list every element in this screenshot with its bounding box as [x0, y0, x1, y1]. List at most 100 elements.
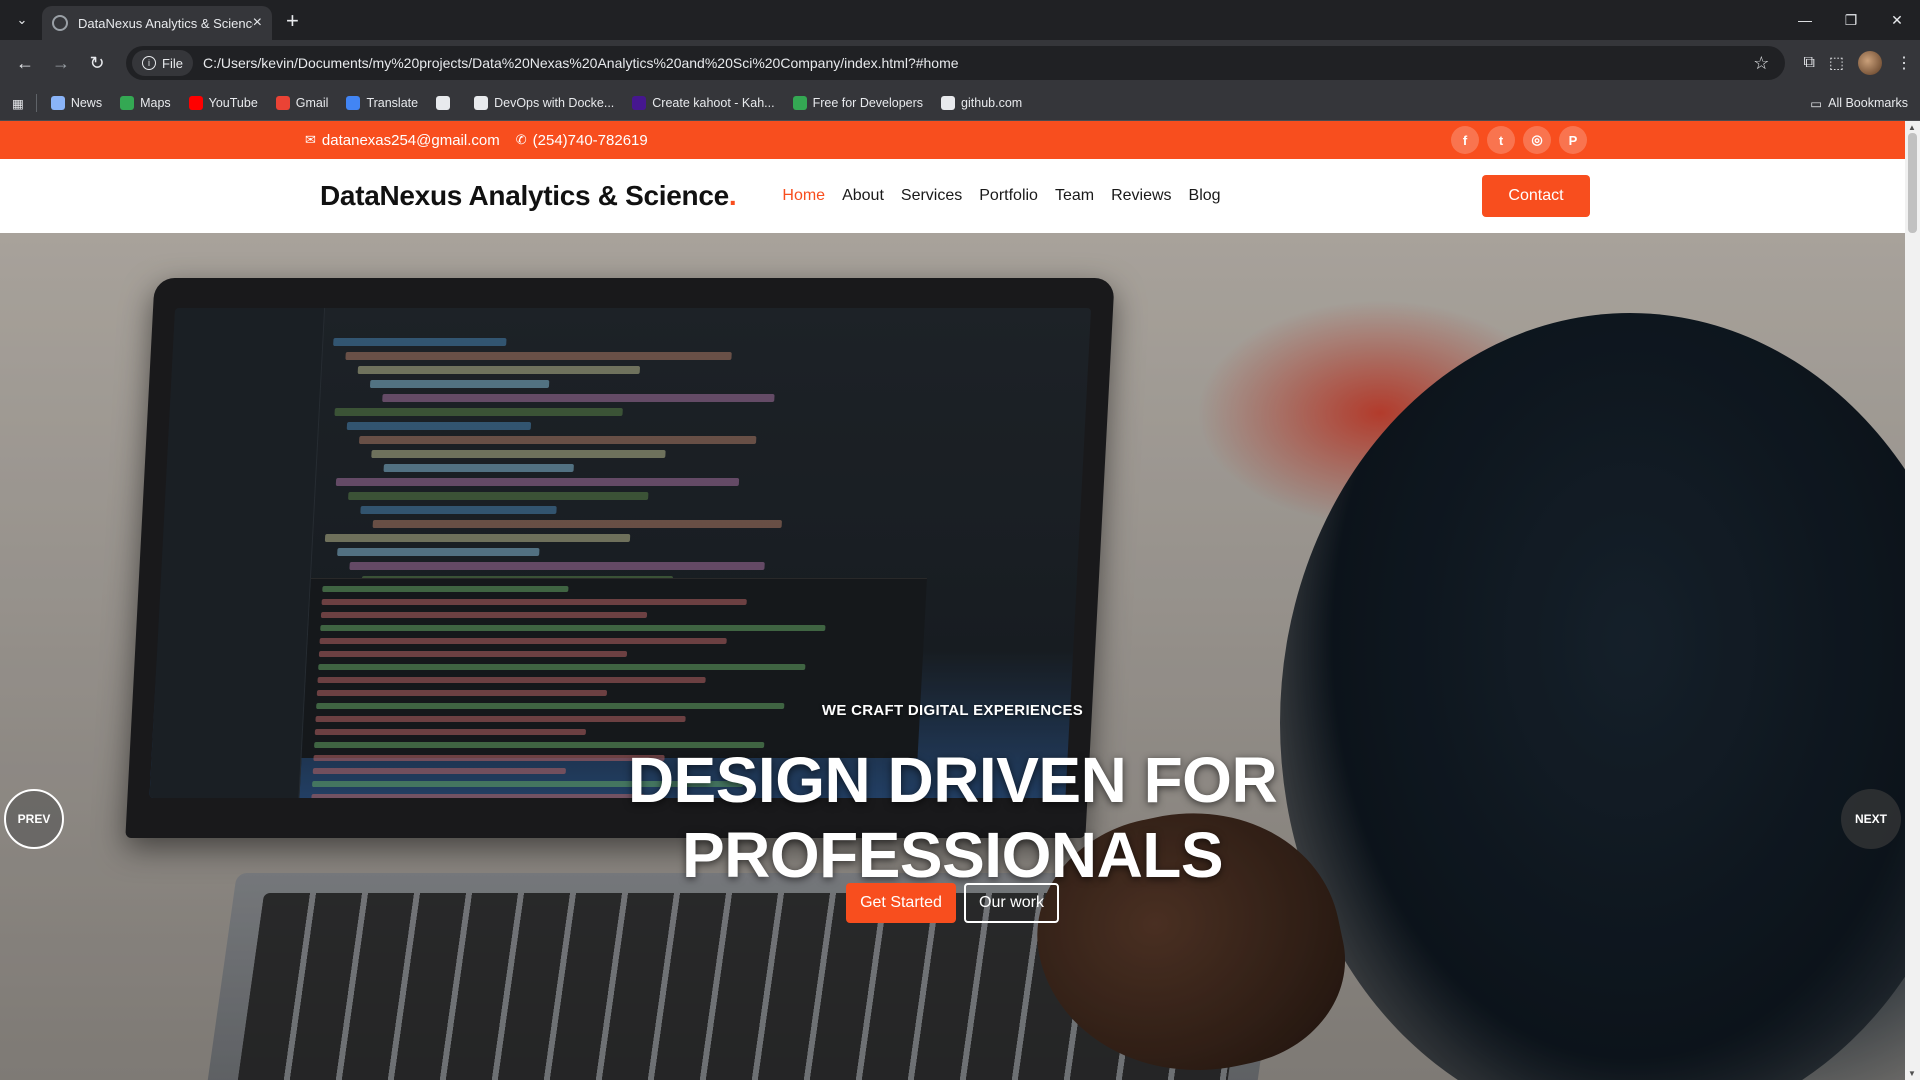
scroll-down-icon[interactable]: ▼ — [1908, 1069, 1916, 1078]
folder-icon: ▭ — [1810, 96, 1823, 111]
bookmark-label: News — [70, 96, 103, 110]
translate-icon — [346, 96, 361, 110]
close-tab-icon[interactable]: × — [253, 14, 262, 32]
apps-icon[interactable]: ▦ — [12, 96, 24, 111]
bookmark-label: Create kahoot - Kah... — [652, 96, 775, 110]
hero-section: WE CRAFT DIGITAL EXPERIENCES DESIGN DRIV… — [0, 233, 1905, 1080]
logo-text: DataNexus Analytics & Science — [320, 180, 729, 211]
address-bar[interactable]: i File C:/Users/kevin/Documents/my%20proj… — [126, 46, 1786, 80]
tab-strip: ⌄ DataNexus Analytics & Science × + — ❐ … — [0, 0, 1920, 40]
minimize-icon[interactable]: — — [1782, 0, 1828, 40]
nav-link-about[interactable]: About — [842, 187, 884, 205]
url-text[interactable]: C:/Users/kevin/Documents/my%20projects/D… — [203, 55, 1753, 71]
logo-dot: . — [728, 180, 737, 211]
web-page: ✉ datanexas254@gmail.com ✆ (254)740-7826… — [0, 121, 1905, 1080]
bookmark-item[interactable]: Free for Developers — [792, 96, 924, 110]
info-icon: i — [142, 56, 156, 70]
github-icon — [941, 96, 956, 110]
bookmark-item[interactable]: DevOps with Docke... — [474, 96, 614, 110]
nav-link-blog[interactable]: Blog — [1189, 187, 1221, 205]
browser-toolbar: ← → ↻ i File C:/Users/kevin/Documents/my%… — [0, 40, 1920, 86]
bookmark-label: github.com — [961, 96, 1023, 110]
bookmark-label: Translate — [366, 96, 419, 110]
bookmark-label: Free for Developers — [812, 96, 924, 110]
close-window-icon[interactable]: ✕ — [1874, 0, 1920, 40]
bookmark-label: DevOps with Docke... — [494, 96, 615, 110]
youtube-icon — [188, 96, 203, 110]
bookmark-item[interactable]: github.com — [941, 96, 1022, 110]
menu-icon[interactable]: ⋮ — [1896, 53, 1912, 73]
news-icon — [50, 96, 65, 110]
nav-link-reviews[interactable]: Reviews — [1111, 187, 1171, 205]
bookmarks-bar: ▦ News Maps YouTube Gmail Translate DevOps wi… — [0, 86, 1920, 121]
envelope-icon: ✉ — [305, 132, 316, 147]
nav-link-home[interactable]: Home — [782, 187, 825, 205]
site-header: DataNexus Analytics & Science. Home About… — [0, 159, 1905, 233]
browser-chrome: ⌄ DataNexus Analytics & Science × + — ❐ … — [0, 0, 1920, 121]
bookmark-item[interactable]: Gmail — [275, 96, 329, 110]
instagram-icon[interactable]: ◎ — [1523, 126, 1551, 154]
carousel-prev-button[interactable]: PREV — [4, 789, 64, 849]
bookmark-list: News Maps YouTube Gmail Translate DevOps with… — [50, 96, 1040, 110]
bookmark-label: Gmail — [295, 96, 329, 110]
devops-icon — [474, 96, 489, 110]
globe-icon — [52, 15, 68, 31]
twitter-icon[interactable]: t — [1487, 126, 1515, 154]
carousel-next-button[interactable]: NEXT — [1841, 789, 1901, 849]
restore-icon[interactable]: ❐ — [1828, 0, 1874, 40]
nav-link-services[interactable]: Services — [901, 187, 962, 205]
profile-avatar[interactable] — [1858, 51, 1882, 75]
extensions-icon[interactable]: ⬚ — [1829, 53, 1844, 73]
get-started-button[interactable]: Get Started — [846, 883, 956, 923]
bookmarks-divider — [35, 94, 37, 112]
bookmark-item[interactable]: YouTube — [188, 96, 258, 110]
site-info-chip[interactable]: i File — [132, 50, 193, 76]
gmail-icon — [275, 96, 290, 110]
facebook-icon[interactable]: f — [1451, 126, 1479, 154]
main-nav: Home About Services Portfolio Team Reviews Blo… — [782, 187, 1220, 205]
all-bookmarks-label: All Bookmarks — [1828, 96, 1908, 110]
email-link[interactable]: ✉ datanexas254@gmail.com — [305, 132, 500, 149]
nav-link-portfolio[interactable]: Portfolio — [979, 187, 1038, 205]
bookmark-item[interactable]: Create kahoot - Kah... — [632, 96, 775, 110]
bookmark-item[interactable]: Maps — [120, 96, 171, 110]
bookmark-label: Maps — [140, 96, 171, 110]
scroll-up-icon[interactable]: ▲ — [1908, 123, 1916, 132]
bookmark-item[interactable]: News — [50, 96, 103, 110]
bookmark-label: YouTube — [208, 96, 258, 110]
nav-link-team[interactable]: Team — [1055, 187, 1094, 205]
all-bookmarks-button[interactable]: ▭ All Bookmarks — [1810, 96, 1908, 111]
social-links: f t ◎ P — [1451, 126, 1587, 154]
tab-title: DataNexus Analytics & Science — [78, 15, 253, 31]
page-scrollbar[interactable]: ▲ ▼ — [1905, 121, 1920, 1080]
phone-text: (254)740-782619 — [532, 131, 648, 149]
contact-button[interactable]: Contact — [1482, 175, 1590, 217]
forward-icon[interactable]: → — [44, 46, 78, 80]
hero-buttons: Get Started Our work — [0, 883, 1905, 923]
pinterest-icon[interactable]: P — [1559, 126, 1587, 154]
our-work-button[interactable]: Our work — [964, 883, 1059, 923]
toolbar-actions: ⧉ ⬚ ⋮ — [1803, 51, 1912, 75]
site-logo[interactable]: DataNexus Analytics & Science. — [320, 180, 737, 212]
phone-link[interactable]: ✆ (254)740-782619 — [516, 132, 648, 149]
bookmark-item[interactable] — [436, 96, 456, 110]
translate-extension-icon[interactable]: ⧉ — [1803, 54, 1814, 72]
hero-headline-line1: DESIGN DRIVEN FOR — [627, 744, 1278, 816]
bookmark-item[interactable]: Translate — [346, 96, 418, 110]
phone-icon: ✆ — [515, 132, 527, 147]
hero-headline: DESIGN DRIVEN FOR PROFESSIONALS — [0, 743, 1905, 893]
tab-search-icon[interactable]: ⌄ — [8, 6, 36, 34]
hero-content: WE CRAFT DIGITAL EXPERIENCES DESIGN DRIV… — [0, 233, 1905, 1080]
new-tab-icon[interactable]: + — [286, 8, 299, 34]
window-controls: — ❐ ✕ — [1782, 0, 1920, 40]
site-info-label: File — [162, 55, 183, 71]
free-dev-icon — [792, 96, 807, 110]
tab-active[interactable]: DataNexus Analytics & Science × — [42, 6, 272, 40]
contact-topbar: ✉ datanexas254@gmail.com ✆ (254)740-7826… — [0, 121, 1905, 159]
back-icon[interactable]: ← — [8, 46, 42, 80]
reload-icon[interactable]: ↻ — [80, 46, 114, 80]
kahoot-icon — [632, 96, 647, 110]
bookmark-star-icon[interactable]: ☆ — [1753, 53, 1769, 74]
globe-icon — [436, 96, 451, 110]
scrollbar-thumb[interactable] — [1908, 133, 1917, 233]
